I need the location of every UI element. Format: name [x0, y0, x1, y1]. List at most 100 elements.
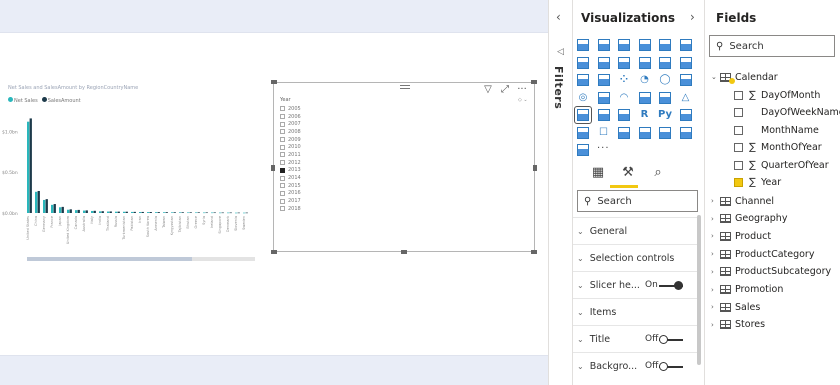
- bar-salesamount[interactable]: [245, 212, 248, 214]
- resize-handle-tr[interactable]: [531, 80, 537, 84]
- bar-net-sales[interactable]: [171, 212, 174, 213]
- slicer-item[interactable]: 2017: [280, 197, 301, 205]
- kpi-icon[interactable]: △: [679, 91, 693, 105]
- checkbox[interactable]: [734, 143, 743, 152]
- bar-salesamount[interactable]: [53, 204, 56, 213]
- resize-handle-bl[interactable]: [271, 250, 277, 254]
- chevron-right-icon[interactable]: ›: [711, 303, 720, 311]
- checkbox[interactable]: [280, 137, 285, 143]
- format-paint-roller-icon[interactable]: ⚒: [619, 164, 637, 182]
- analytics-magnifier-icon[interactable]: ⌕: [649, 164, 667, 182]
- checkbox[interactable]: [280, 129, 285, 135]
- bar-salesamount[interactable]: [221, 212, 224, 214]
- bar-net-sales[interactable]: [43, 199, 46, 213]
- filled-map-icon[interactable]: [597, 91, 611, 105]
- checkbox[interactable]: [280, 206, 285, 212]
- waterfall-chart-icon[interactable]: [576, 73, 590, 87]
- bar-net-sales[interactable]: [51, 204, 54, 213]
- bar-net-sales[interactable]: [195, 212, 198, 214]
- bar-salesamount[interactable]: [189, 212, 192, 213]
- bar-net-sales[interactable]: [123, 211, 126, 213]
- matrix-icon[interactable]: [617, 108, 631, 122]
- slicer-item[interactable]: 2013: [280, 167, 301, 175]
- checkbox[interactable]: [280, 114, 285, 120]
- scrollbar-thumb[interactable]: [27, 257, 192, 261]
- toggle-switch[interactable]: [659, 335, 683, 344]
- format-section[interactable]: ⌄ Items: [573, 298, 697, 325]
- bar-net-sales[interactable]: [83, 210, 86, 213]
- field-column[interactable]: ∑ DayOfMonth: [734, 88, 820, 102]
- power-automate-icon[interactable]: [576, 143, 590, 157]
- area-chart-icon[interactable]: [597, 56, 611, 70]
- chevron-down-icon[interactable]: ⌄: [577, 254, 584, 263]
- bar-net-sales[interactable]: [243, 212, 246, 214]
- table-productsubcategory[interactable]: › ProductSubcategory: [711, 265, 831, 279]
- bar-salesamount[interactable]: [181, 212, 184, 213]
- table-sales[interactable]: › Sales: [711, 300, 760, 314]
- bar-salesamount[interactable]: [141, 211, 144, 213]
- bar-net-sales[interactable]: [99, 211, 102, 213]
- key-influencers-icon[interactable]: [679, 108, 693, 122]
- table-promotion[interactable]: › Promotion: [711, 283, 783, 297]
- chevron-right-icon[interactable]: ›: [711, 268, 720, 276]
- checkbox[interactable]: [280, 106, 285, 112]
- chevron-right-icon[interactable]: ›: [711, 232, 720, 240]
- bar-salesamount[interactable]: [125, 211, 128, 213]
- checkbox[interactable]: [280, 144, 285, 150]
- checkbox[interactable]: [734, 108, 743, 117]
- stacked-area-chart-icon[interactable]: [617, 56, 631, 70]
- checkbox[interactable]: [280, 198, 285, 204]
- bar-net-sales[interactable]: [131, 211, 134, 213]
- checkbox[interactable]: [280, 121, 285, 127]
- bar-net-sales[interactable]: [67, 209, 70, 213]
- table-calendar[interactable]: ⌄ Calendar: [711, 70, 778, 84]
- more-options-icon[interactable]: ···: [516, 84, 528, 96]
- field-column[interactable]: ∑ MonthOfYear: [734, 141, 822, 155]
- fields-search-input[interactable]: ⚲ Search: [709, 35, 835, 57]
- slicer-item[interactable]: 2014: [280, 174, 301, 182]
- chevron-down-icon[interactable]: ⌄: [577, 227, 584, 236]
- qa-visual-icon[interactable]: ☐: [597, 126, 611, 140]
- multi-row-card-icon[interactable]: [658, 91, 672, 105]
- bar-salesamount[interactable]: [165, 212, 168, 213]
- bar-net-sales[interactable]: [203, 212, 206, 214]
- resize-handle-bottom[interactable]: [401, 250, 407, 254]
- bar-net-sales[interactable]: [147, 212, 150, 213]
- stacked-column-chart-icon[interactable]: [597, 38, 611, 52]
- bar-net-sales[interactable]: [115, 211, 118, 213]
- donut-chart-icon[interactable]: ◯: [658, 73, 672, 87]
- checkbox[interactable]: [734, 160, 743, 170]
- bar-net-sales[interactable]: [155, 212, 158, 213]
- bar-net-sales[interactable]: [91, 210, 94, 213]
- field-column[interactable]: ∑ Year: [734, 176, 781, 190]
- bar-salesamount[interactable]: [101, 211, 104, 213]
- checkbox[interactable]: [280, 183, 285, 189]
- bar-net-sales[interactable]: [179, 212, 182, 213]
- slicer-item[interactable]: 2005: [280, 105, 301, 113]
- bar-net-sales[interactable]: [235, 212, 238, 214]
- bar-net-sales[interactable]: [163, 212, 166, 213]
- format-section[interactable]: ⌄ Title Off: [573, 325, 697, 352]
- clustered-bar-chart[interactable]: $0.0bn $0.5bn $1.0bn United States China Germ…: [0, 105, 260, 265]
- chevron-down-icon[interactable]: ⌄: [577, 335, 584, 344]
- table-geography[interactable]: › Geography: [711, 212, 787, 226]
- chevron-right-icon[interactable]: ›: [711, 321, 720, 329]
- bar-salesamount[interactable]: [45, 199, 48, 213]
- year-slicer[interactable]: [273, 82, 535, 252]
- bar-salesamount[interactable]: [157, 212, 160, 213]
- field-column[interactable]: ∑ QuarterOfYear: [734, 158, 829, 172]
- slicer-item[interactable]: 2016: [280, 190, 301, 198]
- chevron-down-icon[interactable]: ⌄: [577, 362, 584, 371]
- bar-net-sales[interactable]: [35, 191, 38, 213]
- chevron-down-icon[interactable]: ⌄: [577, 281, 584, 290]
- slicer-item[interactable]: 2009: [280, 136, 301, 144]
- r-visual-icon[interactable]: R: [638, 108, 652, 122]
- bar-salesamount[interactable]: [37, 190, 40, 213]
- bar-salesamount[interactable]: [213, 212, 216, 214]
- ribbon-chart-icon[interactable]: [679, 56, 693, 70]
- chevron-right-icon[interactable]: ›: [711, 215, 720, 223]
- slicer-item[interactable]: 2015: [280, 182, 301, 190]
- bar-salesamount[interactable]: [237, 212, 240, 214]
- chart-horizontal-scrollbar[interactable]: [27, 257, 255, 261]
- table-icon[interactable]: [597, 108, 611, 122]
